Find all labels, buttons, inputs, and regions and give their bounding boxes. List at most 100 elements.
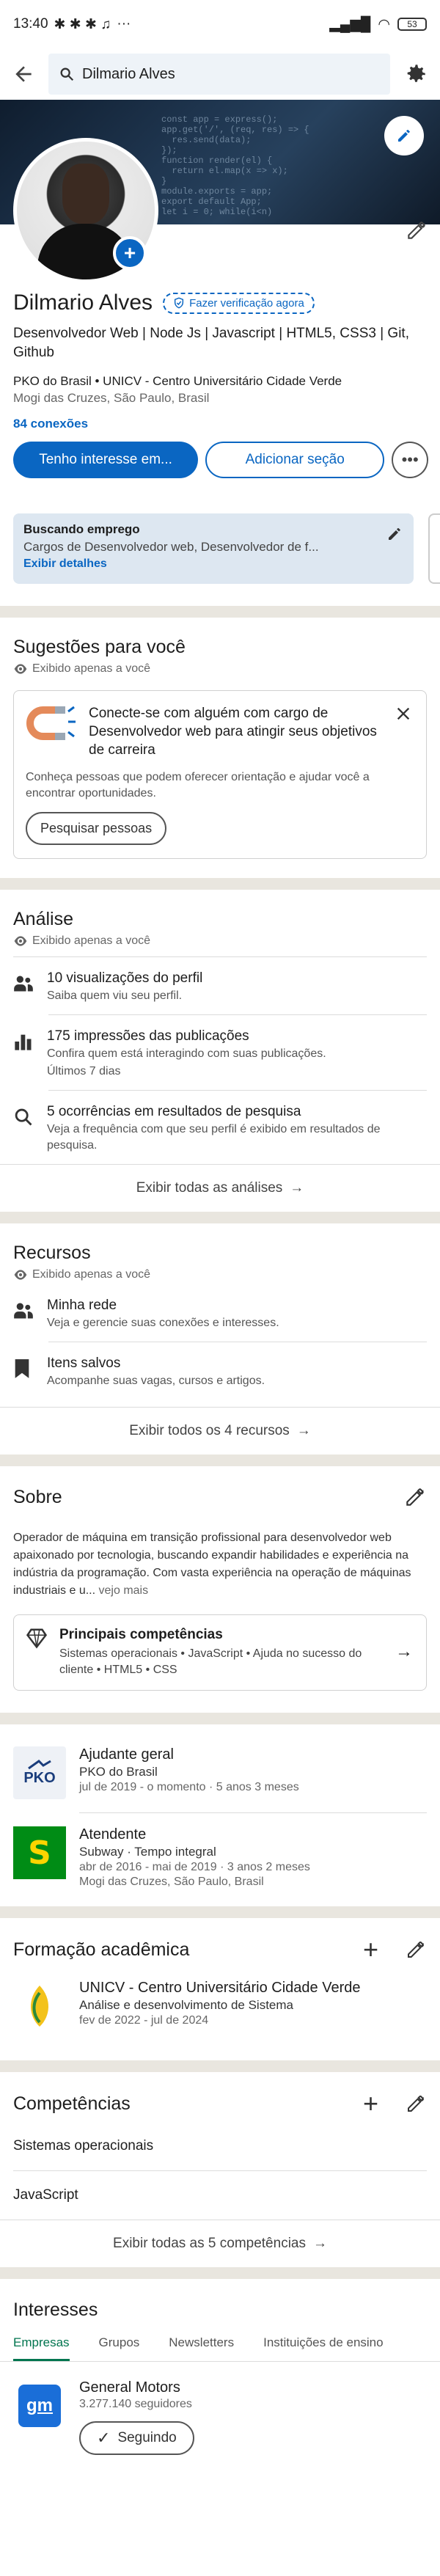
analytics-title-item: 5 ocorrências em resultados de pesquisa bbox=[47, 1104, 301, 1119]
battery-icon: 53 bbox=[397, 18, 427, 31]
experience-item[interactable]: S Atendente Subway · Tempo integral abr … bbox=[0, 1813, 440, 1902]
analytics-section: Análise Exibido apenas a você 10 visuali… bbox=[0, 890, 440, 1212]
profile-education: PKO do Brasil • UNICV - Centro Universit… bbox=[13, 374, 342, 388]
show-all-skills-link[interactable]: Exibir todas as 5 competências → bbox=[0, 2220, 440, 2267]
search-people-button[interactable]: Pesquisar pessoas bbox=[26, 812, 167, 845]
close-icon[interactable] bbox=[395, 706, 411, 722]
add-section-button[interactable]: Adicionar seção bbox=[205, 442, 385, 478]
course-name: Análise e desenvolvimento de Sistema bbox=[79, 1998, 293, 2012]
top-bar: Dilmario Alves bbox=[0, 48, 440, 100]
interest-item[interactable]: gm General Motors 3.277.140 seguidores ✓… bbox=[0, 2362, 440, 2468]
edit-intro-pencil-icon[interactable] bbox=[405, 219, 428, 242]
open-to-work-card[interactable]: Buscando emprego Cargos de Desenvolvedor… bbox=[13, 513, 414, 584]
arrow-right-icon: → bbox=[395, 1642, 413, 1661]
resource-item-network[interactable]: Minha rede Veja e gerencie suas conexões … bbox=[0, 1287, 440, 1342]
subway-logo-text: S bbox=[28, 1834, 51, 1872]
analytics-item-impressions[interactable]: 175 impressões das publicações Confira qu… bbox=[0, 1015, 440, 1090]
status-dots: ··· bbox=[117, 16, 131, 32]
people-icon bbox=[14, 1303, 33, 1319]
resources-title: Recursos bbox=[13, 1243, 91, 1263]
open-to-button[interactable]: Tenho interesse em... bbox=[13, 442, 199, 478]
skills-title: Competências bbox=[13, 2093, 131, 2114]
following-button[interactable]: ✓ Seguindo bbox=[79, 2421, 194, 2455]
analytics-sub-item: Confira quem está interagindo com suas p… bbox=[47, 1047, 326, 1060]
add-icon[interactable]: + bbox=[363, 1936, 378, 1963]
analytics-period: Últimos 7 dias bbox=[47, 1065, 121, 1077]
suggestion-sub: Conheça pessoas que podem oferecer orien… bbox=[26, 771, 370, 799]
resources-section: Recursos Exibido apenas a você Minha red… bbox=[0, 1223, 440, 1455]
eye-icon bbox=[14, 1270, 27, 1280]
analytics-title-item: 175 impressões das publicações bbox=[47, 1028, 249, 1044]
verify-now-button[interactable]: Fazer verificação agora bbox=[163, 292, 315, 314]
skill-item[interactable]: Sistemas operacionais bbox=[0, 2115, 440, 2170]
open-to-title: Buscando emprego bbox=[23, 522, 140, 536]
interests-tabs: Empresas Grupos Newsletters Instituições… bbox=[0, 2335, 440, 2362]
open-to-details-link[interactable]: Exibir detalhes bbox=[23, 557, 403, 571]
experience-company: PKO do Brasil bbox=[79, 1765, 158, 1779]
pencil-icon[interactable] bbox=[405, 2093, 427, 2115]
experience-dates: abr de 2016 - mai de 2019 · 3 anos 2 mes… bbox=[79, 1861, 310, 1873]
signal-icon: ▂▄▆█ bbox=[329, 16, 371, 32]
analytics-item-views[interactable]: 10 visualizações do perfil Saiba quem viu… bbox=[0, 957, 440, 1014]
suggestions-title: Sugestões para você bbox=[13, 637, 186, 657]
add-photo-button[interactable]: + bbox=[113, 236, 147, 270]
gear-icon[interactable] bbox=[403, 62, 428, 87]
profile-page: 13:40 ✱ ✱ ✱ ♫ ··· ▂▄▆█ ◠ 53 Dilmario Alv… bbox=[0, 0, 440, 2576]
arrow-right-icon: → bbox=[296, 1423, 311, 1438]
top-skills-text: Sistemas operacionais • JavaScript • Aju… bbox=[59, 1647, 362, 1676]
resource-item-saved[interactable]: Itens salvos Acompanhe suas vagas, cursos… bbox=[0, 1342, 440, 1399]
pencil-icon bbox=[398, 130, 410, 142]
footer-label: Exibir todas as análises bbox=[136, 1180, 283, 1196]
private-note: Exibido apenas a você bbox=[13, 662, 427, 676]
tab-newsletters[interactable]: Newsletters bbox=[169, 2335, 234, 2361]
notification-icons: ✱ ✱ ✱ ♫ bbox=[54, 16, 111, 32]
search-input[interactable]: Dilmario Alves bbox=[48, 54, 390, 95]
show-all-analytics-link[interactable]: Exibir todas as análises → bbox=[0, 1165, 440, 1212]
status-time: 13:40 bbox=[13, 16, 48, 32]
add-icon[interactable]: + bbox=[363, 2090, 378, 2117]
see-more-link[interactable]: vejo mais bbox=[99, 1584, 149, 1597]
top-skills-card[interactable]: Principais competências Sistemas operaci… bbox=[13, 1614, 427, 1691]
pencil-icon[interactable] bbox=[405, 1939, 427, 1961]
magnet-icon bbox=[26, 706, 76, 740]
about-text: Operador de máquina em transição profiss… bbox=[13, 1532, 411, 1597]
skills-section: Competências + Sistemas operacionais Jav… bbox=[0, 2072, 440, 2267]
experience-item[interactable]: PKO Ajudante geral PKO do Brasil jul de … bbox=[0, 1733, 440, 1812]
suggestions-section: Sugestões para você Exibido apenas a voc… bbox=[0, 618, 440, 878]
tab-companies[interactable]: Empresas bbox=[13, 2335, 70, 2361]
connections-link[interactable]: 84 conexões bbox=[13, 417, 428, 431]
more-options-button[interactable]: ••• bbox=[392, 442, 428, 478]
tab-schools[interactable]: Instituições de ensino bbox=[263, 2335, 384, 2361]
back-arrow-icon[interactable] bbox=[12, 62, 35, 86]
analytics-sub-item: Saiba quem viu seu perfil. bbox=[47, 989, 183, 1002]
experience-title: Atendente bbox=[79, 1826, 147, 1843]
tab-groups[interactable]: Grupos bbox=[99, 2335, 140, 2361]
interests-section: Interesses Empresas Grupos Newsletters I… bbox=[0, 2279, 440, 2468]
show-all-resources-link[interactable]: Exibir todos os 4 recursos → bbox=[0, 1408, 440, 1455]
resource-title: Itens salvos bbox=[47, 1355, 121, 1371]
analytics-item-search[interactable]: 5 ocorrências em resultados de pesquisa V… bbox=[0, 1091, 440, 1164]
suggestion-card: Conecte-se com alguém com cargo de Desen… bbox=[13, 690, 427, 859]
resource-title: Minha rede bbox=[47, 1298, 117, 1313]
resource-sub: Veja e gerencie suas conexões e interess… bbox=[47, 1317, 279, 1329]
private-text: Exibido apenas a você bbox=[32, 1268, 150, 1281]
profile-intro: Dilmario Alves Fazer verificação agora D… bbox=[13, 290, 428, 478]
education-item[interactable]: UNICV - Centro Universitário Cidade Verd… bbox=[0, 1961, 440, 2046]
profile-headline: Desenvolvedor Web | Node Js | Javascript… bbox=[13, 326, 409, 360]
edit-banner-button[interactable] bbox=[384, 116, 424, 155]
analytics-title-item: 10 visualizações do perfil bbox=[47, 970, 203, 986]
arrow-right-icon: → bbox=[312, 2236, 327, 2251]
skill-item[interactable]: JavaScript bbox=[0, 2171, 440, 2220]
bar-chart-icon bbox=[15, 1034, 32, 1050]
more-icon: ••• bbox=[401, 450, 419, 469]
experience-section: PKO Ajudante geral PKO do Brasil jul de … bbox=[0, 1724, 440, 1902]
check-icon: ✓ bbox=[97, 2429, 111, 2447]
pencil-icon[interactable] bbox=[403, 1485, 427, 1509]
next-card-peek[interactable] bbox=[428, 513, 440, 584]
experience-company: Subway · Tempo integral bbox=[79, 1845, 216, 1859]
following-label: Seguindo bbox=[117, 2430, 177, 2445]
pencil-icon[interactable] bbox=[386, 525, 403, 543]
company-name: General Motors bbox=[79, 2379, 180, 2396]
private-note: Exibido apenas a você bbox=[13, 934, 427, 948]
pko-logo-text: PKO bbox=[23, 1769, 56, 1786]
